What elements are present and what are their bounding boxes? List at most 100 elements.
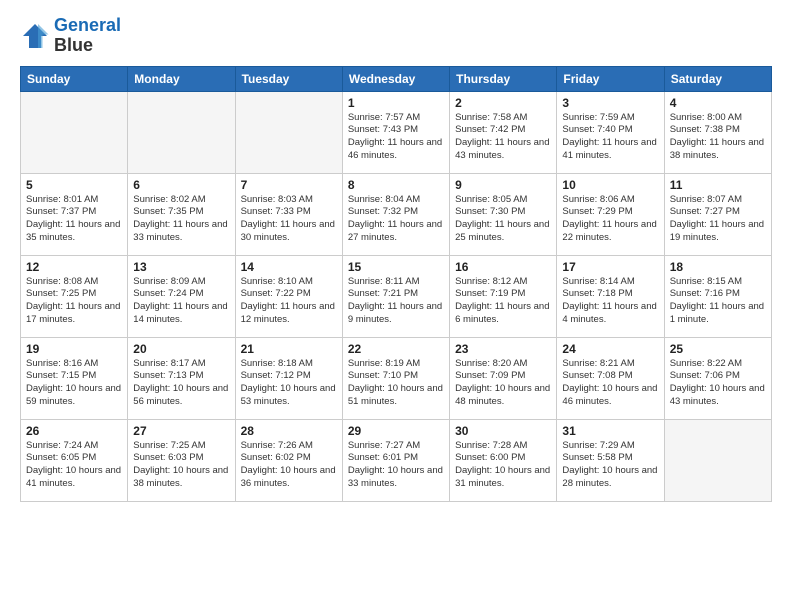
weekday-header: Monday: [128, 66, 235, 91]
calendar-cell: 19 Sunrise: 8:16 AM Sunset: 7:15 PM Dayli…: [21, 337, 128, 419]
header: General Blue: [20, 16, 772, 56]
day-number: 11: [670, 178, 766, 192]
day-info: Sunrise: 8:09 AM Sunset: 7:24 PM Dayligh…: [133, 276, 229, 327]
calendar-cell: 13 Sunrise: 8:09 AM Sunset: 7:24 PM Dayli…: [128, 255, 235, 337]
calendar-cell: 4Sunrise: 8:00 AM Sunset: 7:38 PM Daylig…: [664, 91, 771, 173]
day-info: Sunrise: 7:28 AM Sunset: 6:00 PM Dayligh…: [455, 440, 551, 491]
weekday-header: Saturday: [664, 66, 771, 91]
calendar-cell: 27 Sunrise: 7:25 AM Sunset: 6:03 PM Dayli…: [128, 419, 235, 501]
day-number: 26: [26, 424, 122, 438]
day-number: 29: [348, 424, 444, 438]
day-info: Sunrise: 8:07 AM Sunset: 7:27 PM Dayligh…: [670, 194, 766, 245]
calendar-cell: 17 Sunrise: 8:14 AM Sunset: 7:18 PM Dayli…: [557, 255, 664, 337]
calendar-week-row: 12 Sunrise: 8:08 AM Sunset: 7:25 PM Dayli…: [21, 255, 772, 337]
day-info: Sunrise: 8:22 AM Sunset: 7:06 PM Dayligh…: [670, 358, 766, 409]
weekday-header: Sunday: [21, 66, 128, 91]
day-info: Sunrise: 8:00 AM Sunset: 7:38 PM Dayligh…: [670, 112, 766, 163]
calendar-cell: 10 Sunrise: 8:06 AM Sunset: 7:29 PM Dayli…: [557, 173, 664, 255]
day-info: Sunrise: 8:19 AM Sunset: 7:10 PM Dayligh…: [348, 358, 444, 409]
page: General Blue SundayMondayTuesdayWednesda…: [0, 0, 792, 512]
calendar-cell: 22 Sunrise: 8:19 AM Sunset: 7:10 PM Dayli…: [342, 337, 449, 419]
calendar-cell: 12 Sunrise: 8:08 AM Sunset: 7:25 PM Dayli…: [21, 255, 128, 337]
calendar-week-row: 5Sunrise: 8:01 AM Sunset: 7:37 PM Daylig…: [21, 173, 772, 255]
calendar-cell: 1 Sunrise: 7:57 AM Sunset: 7:43 PM Daylig…: [342, 91, 449, 173]
day-info: Sunrise: 7:25 AM Sunset: 6:03 PM Dayligh…: [133, 440, 229, 491]
calendar-cell: 9Sunrise: 8:05 AM Sunset: 7:30 PM Daylig…: [450, 173, 557, 255]
day-number: 20: [133, 342, 229, 356]
day-number: 23: [455, 342, 551, 356]
day-number: 2: [455, 96, 551, 110]
day-number: 21: [241, 342, 337, 356]
day-number: 1: [348, 96, 444, 110]
day-info: Sunrise: 8:21 AM Sunset: 7:08 PM Dayligh…: [562, 358, 658, 409]
calendar-cell: 24Sunrise: 8:21 AM Sunset: 7:08 PM Dayli…: [557, 337, 664, 419]
day-number: 28: [241, 424, 337, 438]
day-info: Sunrise: 8:14 AM Sunset: 7:18 PM Dayligh…: [562, 276, 658, 327]
day-info: Sunrise: 8:11 AM Sunset: 7:21 PM Dayligh…: [348, 276, 444, 327]
weekday-header: Thursday: [450, 66, 557, 91]
calendar-cell: [235, 91, 342, 173]
calendar-cell: 2 Sunrise: 7:58 AM Sunset: 7:42 PM Daylig…: [450, 91, 557, 173]
calendar-week-row: 19 Sunrise: 8:16 AM Sunset: 7:15 PM Dayli…: [21, 337, 772, 419]
day-number: 14: [241, 260, 337, 274]
day-number: 7: [241, 178, 337, 192]
day-number: 25: [670, 342, 766, 356]
calendar-week-row: 1 Sunrise: 7:57 AM Sunset: 7:43 PM Daylig…: [21, 91, 772, 173]
calendar-cell: 21 Sunrise: 8:18 AM Sunset: 7:12 PM Dayli…: [235, 337, 342, 419]
calendar-cell: 20 Sunrise: 8:17 AM Sunset: 7:13 PM Dayli…: [128, 337, 235, 419]
day-number: 19: [26, 342, 122, 356]
calendar-cell: 5Sunrise: 8:01 AM Sunset: 7:37 PM Daylig…: [21, 173, 128, 255]
day-info: Sunrise: 8:15 AM Sunset: 7:16 PM Dayligh…: [670, 276, 766, 327]
weekday-header-row: SundayMondayTuesdayWednesdayThursdayFrid…: [21, 66, 772, 91]
calendar-cell: 25 Sunrise: 8:22 AM Sunset: 7:06 PM Dayli…: [664, 337, 771, 419]
day-number: 22: [348, 342, 444, 356]
calendar-cell: 7Sunrise: 8:03 AM Sunset: 7:33 PM Daylig…: [235, 173, 342, 255]
logo: General Blue: [20, 16, 121, 56]
day-number: 13: [133, 260, 229, 274]
calendar-cell: [664, 419, 771, 501]
calendar-cell: 28Sunrise: 7:26 AM Sunset: 6:02 PM Dayli…: [235, 419, 342, 501]
day-info: Sunrise: 8:04 AM Sunset: 7:32 PM Dayligh…: [348, 194, 444, 245]
weekday-header: Tuesday: [235, 66, 342, 91]
day-number: 3: [562, 96, 658, 110]
weekday-header: Friday: [557, 66, 664, 91]
calendar-cell: 30Sunrise: 7:28 AM Sunset: 6:00 PM Dayli…: [450, 419, 557, 501]
day-number: 17: [562, 260, 658, 274]
day-info: Sunrise: 8:02 AM Sunset: 7:35 PM Dayligh…: [133, 194, 229, 245]
calendar-cell: 18Sunrise: 8:15 AM Sunset: 7:16 PM Dayli…: [664, 255, 771, 337]
logo-text: General Blue: [54, 16, 121, 56]
day-info: Sunrise: 8:16 AM Sunset: 7:15 PM Dayligh…: [26, 358, 122, 409]
day-info: Sunrise: 8:17 AM Sunset: 7:13 PM Dayligh…: [133, 358, 229, 409]
day-number: 9: [455, 178, 551, 192]
day-info: Sunrise: 7:57 AM Sunset: 7:43 PM Dayligh…: [348, 112, 444, 163]
day-info: Sunrise: 8:10 AM Sunset: 7:22 PM Dayligh…: [241, 276, 337, 327]
calendar-cell: 16 Sunrise: 8:12 AM Sunset: 7:19 PM Dayli…: [450, 255, 557, 337]
day-info: Sunrise: 7:29 AM Sunset: 5:58 PM Dayligh…: [562, 440, 658, 491]
calendar-cell: 3Sunrise: 7:59 AM Sunset: 7:40 PM Daylig…: [557, 91, 664, 173]
calendar-cell: 31Sunrise: 7:29 AM Sunset: 5:58 PM Dayli…: [557, 419, 664, 501]
day-info: Sunrise: 7:27 AM Sunset: 6:01 PM Dayligh…: [348, 440, 444, 491]
day-info: Sunrise: 8:01 AM Sunset: 7:37 PM Dayligh…: [26, 194, 122, 245]
calendar-cell: 11 Sunrise: 8:07 AM Sunset: 7:27 PM Dayli…: [664, 173, 771, 255]
day-number: 27: [133, 424, 229, 438]
calendar-cell: [21, 91, 128, 173]
calendar-cell: [128, 91, 235, 173]
calendar-cell: 29 Sunrise: 7:27 AM Sunset: 6:01 PM Dayli…: [342, 419, 449, 501]
day-info: Sunrise: 7:58 AM Sunset: 7:42 PM Dayligh…: [455, 112, 551, 163]
day-info: Sunrise: 8:18 AM Sunset: 7:12 PM Dayligh…: [241, 358, 337, 409]
weekday-header: Wednesday: [342, 66, 449, 91]
calendar-cell: 23Sunrise: 8:20 AM Sunset: 7:09 PM Dayli…: [450, 337, 557, 419]
day-number: 12: [26, 260, 122, 274]
day-number: 16: [455, 260, 551, 274]
calendar-cell: 6Sunrise: 8:02 AM Sunset: 7:35 PM Daylig…: [128, 173, 235, 255]
day-number: 8: [348, 178, 444, 192]
day-info: Sunrise: 8:06 AM Sunset: 7:29 PM Dayligh…: [562, 194, 658, 245]
calendar-cell: 8 Sunrise: 8:04 AM Sunset: 7:32 PM Daylig…: [342, 173, 449, 255]
calendar-cell: 14 Sunrise: 8:10 AM Sunset: 7:22 PM Dayli…: [235, 255, 342, 337]
day-info: Sunrise: 8:08 AM Sunset: 7:25 PM Dayligh…: [26, 276, 122, 327]
day-info: Sunrise: 8:12 AM Sunset: 7:19 PM Dayligh…: [455, 276, 551, 327]
calendar-cell: 15Sunrise: 8:11 AM Sunset: 7:21 PM Dayli…: [342, 255, 449, 337]
calendar-cell: 26Sunrise: 7:24 AM Sunset: 6:05 PM Dayli…: [21, 419, 128, 501]
calendar-week-row: 26Sunrise: 7:24 AM Sunset: 6:05 PM Dayli…: [21, 419, 772, 501]
day-number: 10: [562, 178, 658, 192]
